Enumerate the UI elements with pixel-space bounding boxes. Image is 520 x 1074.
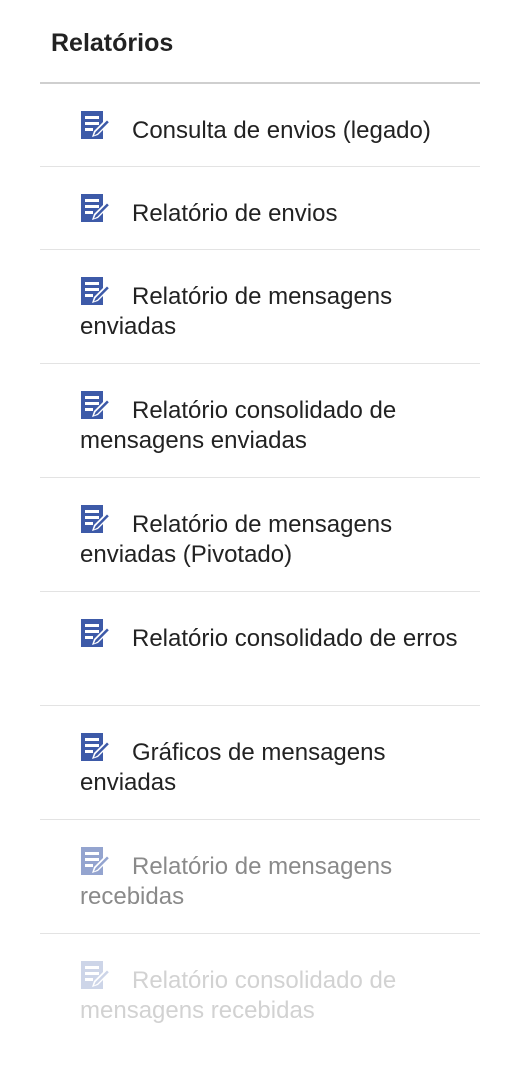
menu-item-relatorio-envios[interactable]: Relatório de envios [40, 167, 480, 250]
reports-menu: Consulta de envios (legado) Relatório de… [40, 84, 480, 1048]
menu-item-label: Relatório consolidado de mensagens envia… [80, 397, 397, 454]
menu-item-label: Relatório consolidado de mensagens receb… [80, 967, 397, 1024]
menu-item-consolidado-mensagens-enviadas[interactable]: Relatório consolidado de mensagens envia… [40, 364, 480, 478]
menu-item-mensagens-enviadas-pivotado[interactable]: Relatório de mensagens enviadas (Pivotad… [40, 478, 480, 592]
edit-document-icon [80, 110, 112, 142]
edit-document-icon [80, 193, 112, 225]
menu-item-relatorio-mensagens-enviadas[interactable]: Relatório de mensagens enviadas [40, 250, 480, 364]
menu-item-label: Gráficos de mensagens enviadas [80, 739, 386, 796]
menu-item-label: Relatório de mensagens recebidas [80, 853, 393, 910]
menu-item-graficos-mensagens-enviadas[interactable]: Gráficos de mensagens enviadas [40, 706, 480, 820]
menu-item-consolidado-mensagens-recebidas[interactable]: Relatório consolidado de mensagens receb… [40, 934, 480, 1048]
edit-document-icon [80, 618, 112, 650]
edit-document-icon [80, 390, 112, 422]
menu-item-label: Consulta de envios (legado) [132, 117, 431, 144]
menu-item-label: Relatório de mensagens enviadas (Pivotad… [80, 511, 393, 568]
menu-item-label: Relatório consolidado de erros [132, 625, 458, 652]
edit-document-icon [80, 504, 112, 536]
edit-document-icon [80, 732, 112, 764]
menu-item-label: Relatório de mensagens enviadas [80, 283, 393, 340]
menu-item-relatorio-mensagens-recebidas[interactable]: Relatório de mensagens recebidas [40, 820, 480, 934]
menu-item-label: Relatório de envios [132, 200, 338, 227]
edit-document-icon [80, 276, 112, 308]
reports-panel: Relatórios Consulta de envios (legado) R… [0, 0, 520, 1074]
menu-item-consulta-envios-legado[interactable]: Consulta de envios (legado) [40, 84, 480, 167]
edit-document-icon [80, 960, 112, 992]
edit-document-icon [80, 846, 112, 878]
menu-item-consolidado-erros[interactable]: Relatório consolidado de erros [40, 592, 480, 706]
panel-title: Relatórios [51, 29, 174, 57]
